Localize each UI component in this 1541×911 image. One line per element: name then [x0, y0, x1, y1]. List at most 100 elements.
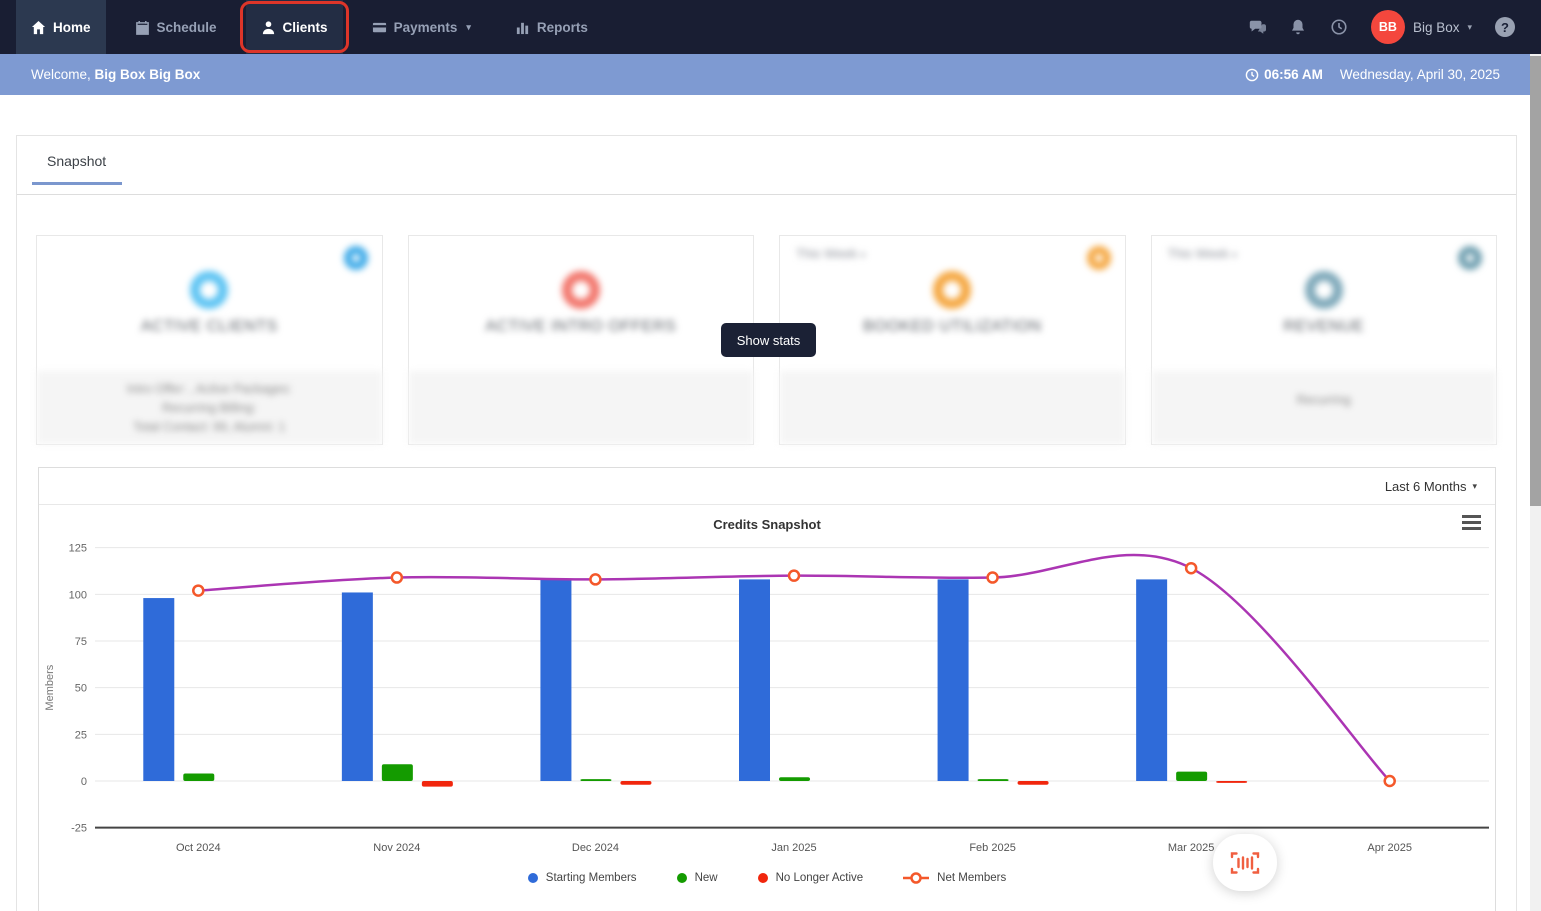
range-label: Last 6 Months [1384, 478, 1467, 494]
legend-item-new[interactable]: New [676, 872, 718, 884]
stat-card-active-clients[interactable]: ACTIVE CLIENTS Intro Offer: , Active Pac… [36, 235, 383, 445]
current-time: 06:56 AM [1245, 67, 1323, 82]
calendar-icon [135, 20, 149, 35]
legend-label: Net Members [937, 872, 1007, 884]
nav-item-schedule[interactable]: Schedule [120, 0, 232, 54]
chart-card-header: Last 6 Months ▾ [39, 468, 1495, 505]
bar-new[interactable] [779, 777, 810, 781]
net-members-marker[interactable] [192, 584, 205, 597]
stat-cards-row: ACTIVE CLIENTS Intro Offer: , Active Pac… [17, 195, 1516, 445]
datetime-area: 06:56 AM Wednesday, April 30, 2025 [1245, 67, 1530, 82]
net-members-marker[interactable] [986, 571, 999, 584]
period-label: This Week [1167, 246, 1229, 261]
bar-starting-members[interactable] [937, 579, 969, 781]
home-icon [31, 20, 46, 34]
messages-icon[interactable] [1248, 18, 1266, 36]
stat-card-title: REVENUE [1283, 318, 1365, 335]
nav-item-label: Reports [536, 19, 588, 35]
donut-chart-icon [1304, 271, 1343, 309]
legend-dot-icon [757, 873, 768, 883]
legend-item-starting-members[interactable]: Starting Members [527, 872, 637, 884]
nav-item-label: Schedule [156, 19, 217, 35]
bar-no-longer-active[interactable] [1216, 781, 1248, 783]
legend-dot-icon [527, 873, 538, 883]
stat-card-revenue[interactable]: This Week ▾ REVENUE Recurring [1150, 235, 1497, 445]
bar-no-longer-active[interactable] [620, 781, 652, 785]
nav-item-label: Payments [393, 19, 458, 35]
welcome-prefix: Welcome, [31, 67, 91, 82]
stat-card-active-intro-offers[interactable]: ACTIVE INTRO OFFERS [407, 235, 754, 445]
chart-menu-icon[interactable] [1462, 515, 1481, 533]
y-axis-tick-label: 0 [81, 776, 87, 788]
bar-no-longer-active[interactable] [1017, 781, 1049, 785]
legend-item-net-members[interactable]: Net Members [903, 872, 1006, 884]
y-axis-tick-label: 100 [69, 589, 87, 601]
nav-item-reports[interactable]: Reports [500, 0, 603, 54]
chevron-down-icon: ▾ [1467, 21, 1472, 32]
x-axis-label: Feb 2025 [969, 842, 1015, 854]
barcode-scan-fab[interactable] [1213, 834, 1277, 891]
stat-card-title: ACTIVE CLIENTS [140, 318, 278, 335]
chevron-down-icon: ▾ [466, 21, 471, 32]
legend-label: New [694, 872, 718, 884]
net-members-marker[interactable] [1383, 774, 1396, 788]
legend-line-marker-icon [903, 872, 930, 884]
clock-history-icon[interactable] [1330, 18, 1348, 36]
bar-starting-members[interactable] [1136, 579, 1168, 781]
nav-item-payments[interactable]: Payments ▾ [357, 0, 486, 54]
x-axis-label: Oct 2024 [176, 842, 221, 854]
stat-card-footer [780, 371, 1125, 444]
bar-no-longer-active[interactable] [421, 781, 453, 787]
bar-new[interactable] [580, 779, 612, 781]
top-navigation: Home Schedule Clients Payments ▾ Reports [0, 0, 1541, 54]
period-label: This Week [796, 246, 858, 261]
show-stats-button[interactable]: Show stats [721, 323, 816, 357]
bar-new[interactable] [1176, 771, 1208, 781]
dashboard-panel: Snapshot ACTIVE CLIENTS Intro Offer: , A… [16, 135, 1517, 911]
y-axis-tick-label: 75 [75, 636, 87, 648]
credits-snapshot-chart: 125 100 75 50 25 0 -25 Members Oct 2024 Nov 2024 D… [44, 543, 1489, 854]
period-selector[interactable]: This Week ▾ [796, 246, 865, 261]
tab-snapshot[interactable]: Snapshot [47, 153, 106, 169]
net-members-marker[interactable] [787, 569, 801, 582]
bar-starting-members[interactable] [143, 598, 175, 781]
nav-item-clients[interactable]: Clients [239, 0, 349, 54]
bar-starting-members[interactable] [540, 579, 572, 781]
stat-card-booked-utilization[interactable]: This Week ▾ BOOKED UTILIZATION [779, 235, 1126, 445]
line-net-members [198, 553, 1391, 782]
gear-circle-icon[interactable] [343, 246, 368, 270]
person-icon [262, 20, 274, 34]
range-dropdown[interactable]: Last 6 Months ▾ [1385, 479, 1477, 494]
bar-new[interactable] [183, 773, 215, 781]
net-members-marker[interactable] [390, 571, 404, 584]
net-members-marker[interactable] [1184, 561, 1198, 575]
y-axis-tick-label: -25 [71, 823, 87, 835]
bar-chart-icon [516, 22, 529, 34]
period-selector[interactable]: This Week ▾ [1168, 246, 1237, 261]
help-icon[interactable]: ? [1495, 17, 1515, 37]
gear-circle-icon[interactable] [1086, 246, 1111, 270]
bar-new[interactable] [977, 779, 1009, 781]
stat-card-footer: Intro Offer: , Active Packages: Recurrin… [37, 371, 382, 444]
chart-title: Credits Snapshot [713, 517, 821, 532]
scrollbar-thumb[interactable] [1530, 56, 1541, 506]
gear-circle-icon[interactable] [1458, 246, 1482, 270]
nav-item-label: Clients [282, 19, 328, 35]
vertical-scrollbar[interactable] [1530, 54, 1541, 911]
bar-starting-members[interactable] [341, 592, 373, 781]
stat-card-footer [408, 371, 753, 444]
bar-new[interactable] [381, 764, 413, 781]
avatar[interactable]: BB [1370, 10, 1405, 44]
bar-starting-members[interactable] [739, 579, 770, 781]
account-menu[interactable]: BB Big Box ▾ [1370, 10, 1472, 44]
stat-card-footer: Recurring [1151, 371, 1496, 444]
notifications-bell-icon[interactable] [1289, 18, 1307, 36]
net-members-marker[interactable] [589, 573, 602, 586]
stat-card-title: BOOKED UTILIZATION [863, 318, 1042, 335]
donut-chart-icon [190, 271, 229, 309]
nav-item-home[interactable]: Home [16, 0, 106, 54]
footer-line: Intro Offer: , Active Packages: [126, 382, 292, 396]
legend-item-no-longer-active[interactable]: No Longer Active [757, 872, 863, 884]
legend-label: Starting Members [545, 872, 637, 884]
x-axis-label: Jan 2025 [771, 842, 816, 854]
